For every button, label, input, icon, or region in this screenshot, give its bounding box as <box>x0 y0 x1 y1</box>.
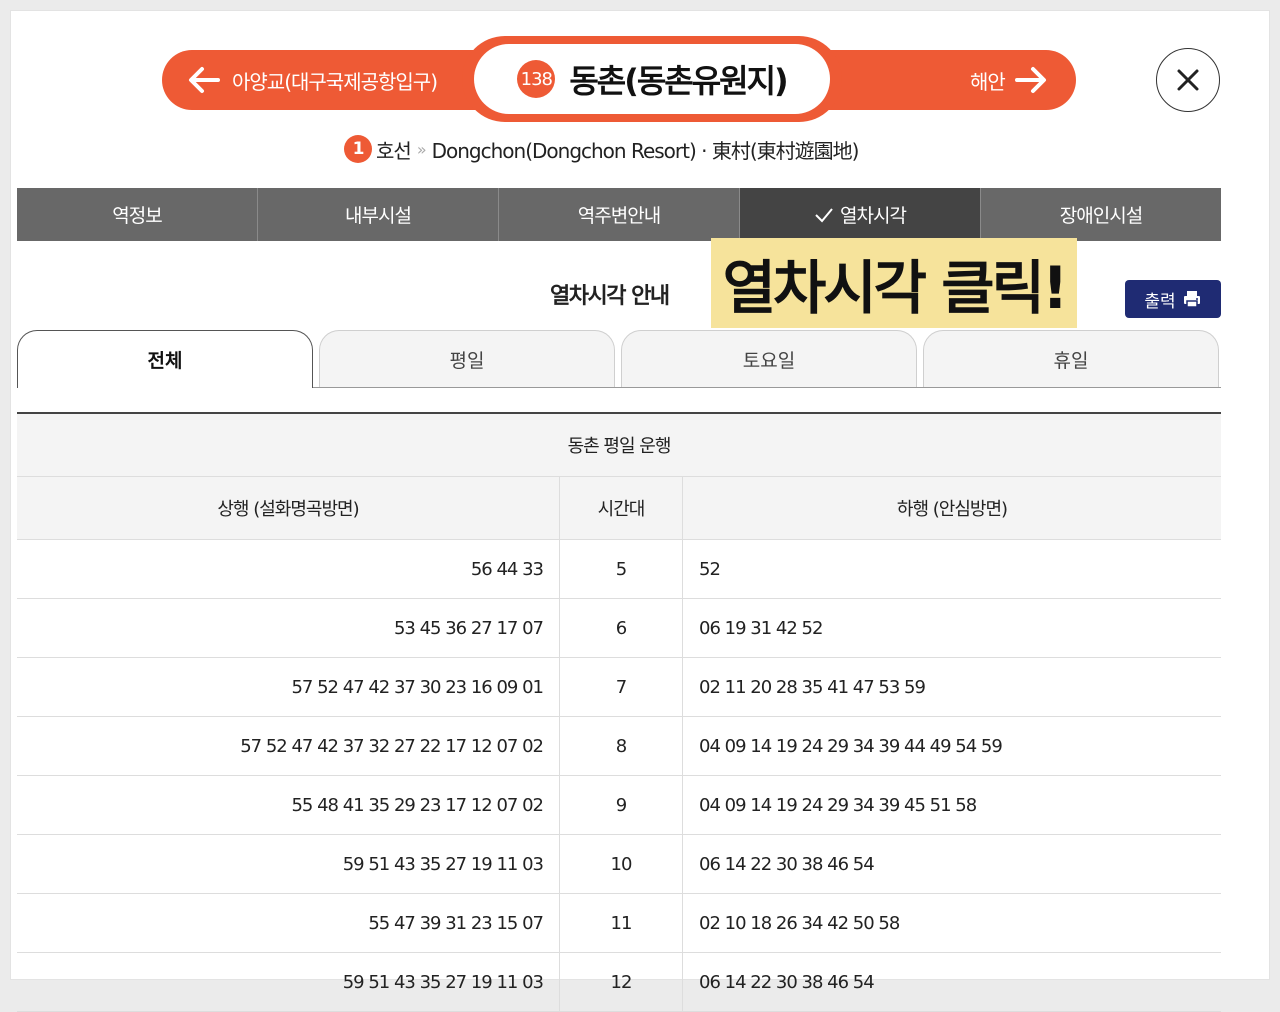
double-chevron-icon: » <box>416 139 427 159</box>
hour-cell: 7 <box>559 657 683 717</box>
day-tab-label: 전체 <box>147 350 183 372</box>
down-times: 06 14 22 30 38 46 54 <box>682 952 1221 1012</box>
table-row: 59 51 43 35 27 19 11 03 12 06 14 22 30 3… <box>17 952 1221 1012</box>
station-subtitle-row: 1 호선 » Dongchon(Dongchon Resort) · 東村(東村… <box>344 134 860 164</box>
day-tab-label: 휴일 <box>1053 349 1089 372</box>
next-station-link[interactable]: 해안 <box>970 50 1049 110</box>
print-label: 출력 <box>1144 291 1176 312</box>
prev-station-label: 아양교(대구국제공항입구) <box>232 69 438 94</box>
hour-cell: 11 <box>559 893 683 953</box>
prev-station-link[interactable]: 아양교(대구국제공항입구) <box>186 50 438 110</box>
down-times: 52 <box>682 539 1221 599</box>
tab-label: 장애인시설 <box>1059 205 1143 227</box>
printer-icon <box>1183 291 1200 308</box>
callout-annotation: 열차시각 클릭! <box>711 238 1077 328</box>
table-row: 56 44 33 5 52 <box>17 539 1221 599</box>
header-down: 하행 (안심방면) <box>682 476 1221 540</box>
hour-cell: 9 <box>559 775 683 835</box>
table-row: 59 51 43 35 27 19 11 03 10 06 14 22 30 3… <box>17 834 1221 894</box>
down-times: 04 09 14 19 24 29 34 39 44 49 54 59 <box>682 716 1221 776</box>
hour-cell: 8 <box>559 716 683 776</box>
up-times: 57 52 47 42 37 32 27 22 17 12 07 02 <box>17 716 560 776</box>
tab-station-info[interactable]: 역정보 <box>17 188 258 241</box>
up-times: 56 44 33 <box>17 539 560 599</box>
section-title: 열차시각 안내 <box>550 284 670 309</box>
check-icon <box>815 207 833 222</box>
tab-accessibility[interactable]: 장애인시설 <box>981 188 1221 241</box>
hour-cell: 10 <box>559 834 683 894</box>
day-tab-weekday[interactable]: 평일 <box>319 330 615 387</box>
down-times: 02 10 18 26 34 42 50 58 <box>682 893 1221 953</box>
print-button[interactable]: 출력 <box>1125 280 1221 318</box>
line-label: 호선 <box>376 138 412 163</box>
day-tab-saturday[interactable]: 토요일 <box>621 330 917 387</box>
down-times: 06 14 22 30 38 46 54 <box>682 834 1221 894</box>
header-hour: 시간대 <box>559 476 683 540</box>
up-times: 59 51 43 35 27 19 11 03 <box>17 834 560 894</box>
day-tab-label: 평일 <box>449 349 485 372</box>
tab-label: 역정보 <box>112 205 162 227</box>
line-number-badge: 1 <box>344 135 372 163</box>
up-times: 53 45 36 27 17 07 <box>17 598 560 658</box>
header-up: 상행 (설화명곡방면) <box>17 476 560 540</box>
tab-label: 내부시설 <box>345 205 412 227</box>
down-times: 04 09 14 19 24 29 34 39 45 51 58 <box>682 775 1221 835</box>
day-tab-holiday[interactable]: 휴일 <box>923 330 1219 387</box>
table-row: 57 52 47 42 37 32 27 22 17 12 07 02 8 04… <box>17 716 1221 776</box>
timetable: 동촌 평일 운행 상행 (설화명곡방면) 시간대 하행 (안심방면) 56 44… <box>17 412 1221 1012</box>
down-times: 06 19 31 42 52 <box>682 598 1221 658</box>
day-tab-label: 토요일 <box>742 349 796 372</box>
hour-cell: 6 <box>559 598 683 658</box>
close-button[interactable] <box>1156 48 1220 112</box>
close-icon <box>1177 69 1199 91</box>
tab-label: 역주변안내 <box>577 205 661 227</box>
up-times: 59 51 43 35 27 19 11 03 <box>17 952 560 1012</box>
tab-train-times[interactable]: 열차시각 <box>740 188 981 241</box>
current-station: 138 동촌(동촌유원지) <box>474 44 830 114</box>
main-tabs: 역정보 내부시설 역주변안내 열차시각 장애인시설 <box>17 188 1221 241</box>
station-name: 동촌(동촌유원지) <box>569 62 788 100</box>
table-row: 55 48 41 35 29 23 17 12 07 02 9 04 09 14… <box>17 775 1221 835</box>
down-times: 02 11 20 28 35 41 47 53 59 <box>682 657 1221 717</box>
tab-nearby-guide[interactable]: 역주변안내 <box>499 188 740 241</box>
table-row: 55 47 39 31 23 15 07 11 02 10 18 26 34 4… <box>17 893 1221 953</box>
table-row: 57 52 47 42 37 30 23 16 09 01 7 02 11 20… <box>17 657 1221 717</box>
day-tab-all[interactable]: 전체 <box>17 330 313 388</box>
up-times: 57 52 47 42 37 30 23 16 09 01 <box>17 657 560 717</box>
table-row: 53 45 36 27 17 07 6 06 19 31 42 52 <box>17 598 1221 658</box>
arrow-left-icon <box>189 67 220 93</box>
timetable-caption: 동촌 평일 운행 <box>17 412 1221 477</box>
arrow-right-icon <box>1014 67 1046 93</box>
tab-internal-facilities[interactable]: 내부시설 <box>258 188 499 241</box>
up-times: 55 48 41 35 29 23 17 12 07 02 <box>17 775 560 835</box>
tab-label: 열차시각 <box>840 205 907 227</box>
station-number-badge: 138 <box>517 60 556 98</box>
day-tabs: 전체 평일 토요일 휴일 <box>17 330 1221 388</box>
next-station-label: 해안 <box>970 69 1006 94</box>
hour-cell: 12 <box>559 952 683 1012</box>
hour-cell: 5 <box>559 539 683 599</box>
up-times: 55 47 39 31 23 15 07 <box>17 893 560 953</box>
station-subtitle: Dongchon(Dongchon Resort) · 東村(東村遊園地) <box>431 138 860 163</box>
